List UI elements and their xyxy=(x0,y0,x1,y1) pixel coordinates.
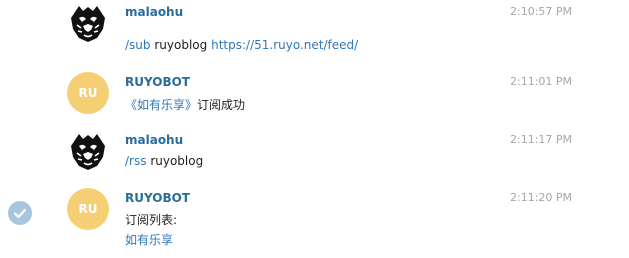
feed-url-link[interactable]: https://51.ruyo.net/feed/ xyxy=(211,38,358,52)
command-argument: ruyoblog xyxy=(150,154,204,168)
bot-command-link[interactable]: /sub xyxy=(125,38,151,52)
message-timestamp: 2:10:57 PM xyxy=(510,5,573,18)
user-avatar[interactable] xyxy=(67,2,109,44)
check-icon xyxy=(13,208,27,219)
bot-command-link[interactable]: /rss xyxy=(125,154,146,168)
message-timestamp: 2:11:17 PM xyxy=(510,133,573,146)
message-text: /sub ruyoblog https://51.ruyo.net/feed/ xyxy=(125,38,358,52)
message-row[interactable]: RU RUYOBOT 2:11:01 PM 《如有乐享》订阅成功 xyxy=(0,70,629,130)
avatar-initials: RU xyxy=(78,86,98,100)
sender-name[interactable]: RUYOBOT xyxy=(125,75,190,89)
sender-name[interactable]: malaohu xyxy=(125,5,183,19)
feed-title-link[interactable]: 《如有乐享》 xyxy=(125,98,197,112)
sender-name[interactable]: RUYOBOT xyxy=(125,191,190,205)
bot-avatar[interactable]: RU xyxy=(67,188,109,230)
user-avatar[interactable] xyxy=(67,130,109,172)
sender-name[interactable]: malaohu xyxy=(125,133,183,147)
message-timestamp: 2:11:20 PM xyxy=(510,191,573,204)
message-row[interactable]: malaohu 2:10:57 PM /sub ruyoblog https:/… xyxy=(0,0,629,60)
selection-check[interactable] xyxy=(8,201,32,225)
message-row[interactable]: malaohu 2:11:17 PM /rss ruyoblog xyxy=(0,128,629,188)
tiger-face-icon xyxy=(71,6,105,42)
bot-avatar[interactable]: RU xyxy=(67,72,109,114)
message-text: /rss ruyoblog xyxy=(125,154,203,168)
status-text: 订阅成功 xyxy=(197,98,246,112)
message-text: 《如有乐享》订阅成功 xyxy=(125,96,245,113)
chat-message-list: malaohu 2:10:57 PM /sub ruyoblog https:/… xyxy=(0,0,629,258)
message-row-selected[interactable]: RU RUYOBOT 2:11:20 PM 订阅列表: 如有乐享 xyxy=(0,186,629,258)
command-argument: ruyoblog xyxy=(154,38,208,52)
message-timestamp: 2:11:01 PM xyxy=(510,75,573,88)
message-text: 订阅列表: xyxy=(125,213,178,227)
feed-title-link[interactable]: 如有乐享 xyxy=(125,231,173,248)
tiger-face-icon xyxy=(71,134,105,170)
avatar-initials: RU xyxy=(78,202,98,216)
